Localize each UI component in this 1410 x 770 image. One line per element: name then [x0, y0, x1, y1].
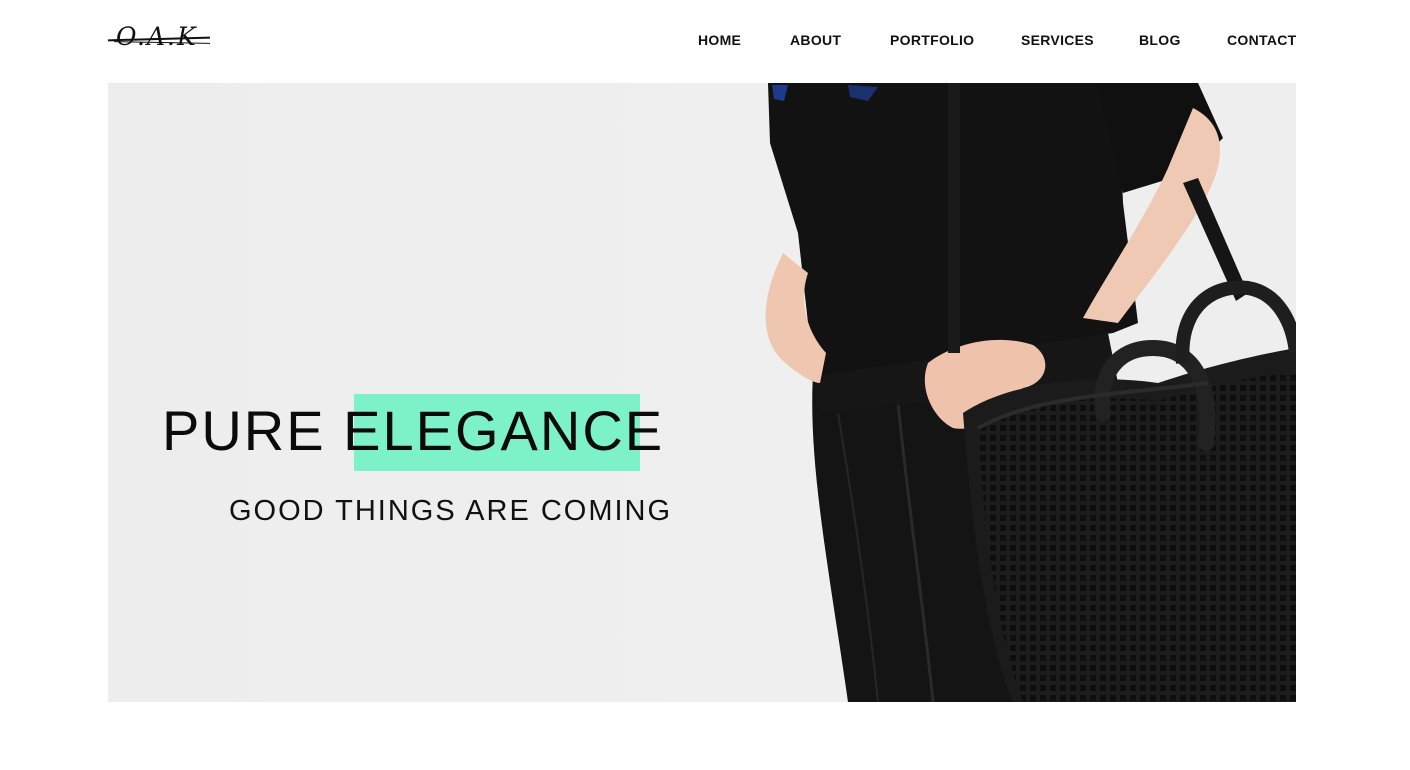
nav-item-blog[interactable]: BLOG: [1139, 32, 1181, 48]
nav-item-services[interactable]: SERVICES: [1021, 32, 1094, 48]
hero-headline: PURE ELEGANCE: [162, 391, 664, 471]
nav-item-contact[interactable]: CONTACT: [1227, 32, 1297, 48]
hero-subline: GOOD THINGS ARE COMING: [229, 495, 673, 527]
hero-headline-text: PURE ELEGANCE: [162, 399, 665, 462]
site-header: O.A.K HOME ABOUT PORTFOLIO SERVICES BLOG…: [0, 0, 1410, 83]
hero-section: PURE ELEGANCE GOOD THINGS ARE COMING: [108, 83, 1296, 702]
nav-item-portfolio[interactable]: PORTFOLIO: [890, 32, 974, 48]
main-nav: HOME ABOUT PORTFOLIO SERVICES BLOG CONTA…: [0, 32, 1410, 52]
nav-item-home[interactable]: HOME: [698, 32, 741, 48]
nav-item-about[interactable]: ABOUT: [790, 32, 841, 48]
